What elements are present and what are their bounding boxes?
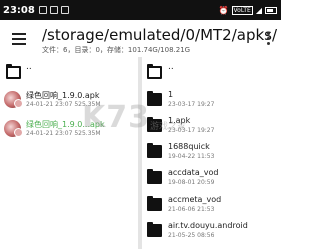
parent-directory-row[interactable]: .. xyxy=(142,59,281,85)
folder-row[interactable]: air.tv.douyu.android 21-05-25 08:56 xyxy=(142,217,281,243)
folder-name: accdata_vod xyxy=(168,168,219,177)
folder-name: accmeta_vod xyxy=(168,195,222,204)
file-name: 绿色回响_1.9.0.apk xyxy=(26,91,100,100)
storage-summary: 文件：6，目录：0，存储：101.74G/108.21G xyxy=(42,46,191,54)
volte-icon: VoLTE xyxy=(231,5,253,15)
status-bar: 23:08 ⏰ VoLTE ◢ xyxy=(0,0,281,20)
right-file-panel: .. 1 23-03-17 19:27 1.apk 23-03-17 19:27… xyxy=(142,57,281,249)
more-options-icon[interactable] xyxy=(267,32,271,47)
menu-icon[interactable] xyxy=(12,33,26,45)
folder-row[interactable]: 1.apk 23-03-17 19:27 xyxy=(142,112,281,138)
folder-up-icon xyxy=(6,64,21,79)
file-meta: 24-01-21 23:07 525.35M xyxy=(26,101,101,108)
path-title: /storage/emulated/0/MT2/apks/ xyxy=(42,26,278,44)
folder-row[interactable]: 1 23-03-17 19:27 xyxy=(142,86,281,112)
folder-icon xyxy=(147,169,162,184)
folder-icon xyxy=(147,91,162,106)
signal-icon: ◢ xyxy=(255,5,262,15)
folder-meta: 19-04-22 11:53 xyxy=(168,153,215,160)
download-icon xyxy=(60,6,69,14)
app-bar: /storage/emulated/0/MT2/apks/ 文件：6，目录：0，… xyxy=(0,20,281,57)
folder-name: 1688quick xyxy=(168,142,210,151)
folder-meta: 23-03-17 19:27 xyxy=(168,101,215,108)
parent-directory-label: .. xyxy=(26,62,32,72)
parent-directory-label: .. xyxy=(168,62,174,72)
folder-meta: 21-05-25 08:56 xyxy=(168,232,215,239)
apk-icon xyxy=(4,91,23,108)
file-row-selected[interactable]: 绿色回响_1.9.0...apk 24-01-21 23:07 525.35M xyxy=(0,115,138,141)
folder-name: 1 xyxy=(168,90,174,99)
folder-meta: 21-06-06 21:53 xyxy=(168,206,215,213)
folder-row[interactable]: 1688quick 19-04-22 11:53 xyxy=(142,138,281,164)
file-row[interactable]: 绿色回响_1.9.0.apk 24-01-21 23:07 525.35M xyxy=(0,86,138,112)
folder-icon xyxy=(147,117,162,132)
status-time: 23:08 xyxy=(3,4,35,16)
folder-meta: 23-03-17 19:27 xyxy=(168,127,215,134)
file-name: 绿色回响_1.9.0...apk xyxy=(26,120,105,129)
file-meta: 24-01-21 23:07 525.35M xyxy=(26,130,101,137)
folder-row[interactable]: accdata_vod 19-08-01 20:59 xyxy=(142,164,281,190)
apk-icon xyxy=(4,120,23,137)
folder-icon xyxy=(147,143,162,158)
gallery-icon xyxy=(49,6,58,14)
parent-directory-row[interactable]: .. xyxy=(0,59,138,85)
folder-meta: 19-08-01 20:59 xyxy=(168,179,215,186)
folder-row[interactable]: accmeta_vod 21-06-06 21:53 xyxy=(142,191,281,217)
folder-icon xyxy=(147,222,162,237)
alarm-icon: ⏰ xyxy=(218,5,229,15)
folder-up-icon xyxy=(147,64,162,79)
folder-name: air.tv.douyu.android xyxy=(168,221,248,230)
status-indicators: ⏰ VoLTE ◢ xyxy=(218,5,277,15)
notification-icon xyxy=(38,6,47,14)
folder-icon xyxy=(147,196,162,211)
notification-icons xyxy=(38,6,69,14)
folder-name: 1.apk xyxy=(168,116,191,125)
battery-icon xyxy=(265,6,277,14)
left-file-panel: .. 绿色回响_1.9.0.apk 24-01-21 23:07 525.35M… xyxy=(0,57,138,249)
